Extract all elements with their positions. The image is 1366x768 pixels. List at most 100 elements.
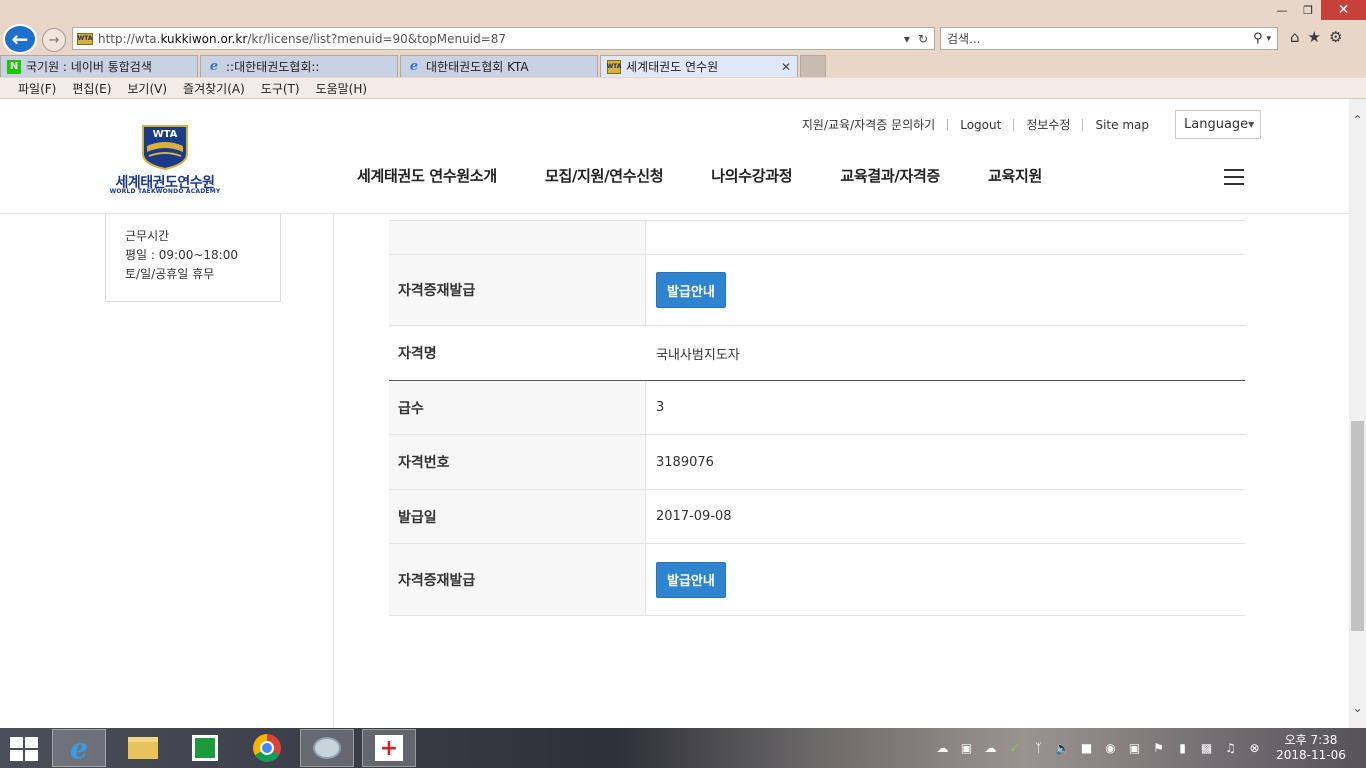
- logo-badge-text: WTA: [152, 129, 178, 140]
- flag-icon[interactable]: ⚑: [1150, 740, 1167, 756]
- logout-link[interactable]: Logout: [948, 118, 1013, 132]
- settings-gear-icon[interactable]: ⚙: [1329, 28, 1342, 46]
- ie-icon: e: [409, 59, 419, 74]
- table-row-number: 자격번호 3189076: [389, 435, 1245, 490]
- grade-label: 급수: [389, 381, 646, 434]
- utility-links: 지원/교육/자격증 문의하기 Logout 정보수정 Site map Lang…: [790, 110, 1261, 139]
- speaker-icon[interactable]: 🔈: [1054, 740, 1071, 756]
- clock-time: 오후 7:38: [1284, 733, 1338, 747]
- nav-support[interactable]: 교육지원: [988, 165, 1042, 186]
- restore-icon[interactable]: ❐: [1295, 0, 1321, 20]
- bluetooth-icon[interactable]: ᛉ: [1030, 740, 1047, 756]
- wta-favicon-icon: WTA: [77, 32, 93, 45]
- scrollbar-thumb[interactable]: [1351, 421, 1364, 631]
- tab-kta-2[interactable]: e 대한태권도협회 KTA: [400, 55, 598, 77]
- tab-naver[interactable]: N 국기원 : 네이버 통합검색: [0, 55, 198, 77]
- scroll-down-icon[interactable]: ⌄: [1349, 699, 1366, 716]
- taskbar-paint[interactable]: [300, 729, 354, 767]
- wta-icon: WTA: [607, 59, 621, 74]
- store-icon: [192, 735, 218, 761]
- tab-kta-1[interactable]: e ::대한태권도협회::: [200, 55, 398, 77]
- nav-recruit[interactable]: 모집/지원/연수신청: [545, 165, 664, 186]
- issue-guide-button[interactable]: 발급안내: [656, 561, 726, 598]
- table-row: [389, 221, 1245, 255]
- search-box[interactable]: 검색... ⚲ ▾: [940, 27, 1278, 50]
- license-number-label: 자격번호: [389, 435, 646, 489]
- clock-date: 2018-11-06: [1276, 748, 1346, 762]
- nav-results[interactable]: 교육결과/자격증: [840, 165, 940, 186]
- reissue-label: 자격증재발급: [389, 255, 646, 325]
- nav-about[interactable]: 세계태권도 연수원소개: [357, 165, 497, 186]
- chat-icon[interactable]: ▣: [958, 740, 975, 756]
- onedrive-icon[interactable]: ☁: [934, 740, 951, 756]
- taskbar-clock[interactable]: 오후 7:38 2018-11-06: [1276, 733, 1346, 763]
- taskbar-store[interactable]: [178, 729, 232, 767]
- tab-close-icon[interactable]: ✕: [773, 60, 791, 74]
- app-tray-icon[interactable]: ✓: [1006, 740, 1023, 756]
- hamburger-menu-icon[interactable]: [1224, 169, 1244, 185]
- back-arrow-icon[interactable]: ←: [3, 24, 37, 54]
- vertical-scrollbar[interactable]: ⌃ ⌄: [1349, 99, 1366, 728]
- language-label: Language: [1184, 117, 1249, 132]
- notification-close-icon[interactable]: ⊗: [1246, 740, 1263, 756]
- home-icon[interactable]: ⌂: [1290, 28, 1300, 46]
- ie-icon: e: [209, 59, 219, 74]
- menu-tools[interactable]: 도구(T): [261, 80, 300, 97]
- site-logo[interactable]: WTA 세계태권도연수원 WORLD TAEKWONDO ACADEMY: [104, 124, 226, 196]
- menu-help[interactable]: 도움말(H): [316, 80, 368, 97]
- paint-palette-icon: [313, 737, 341, 759]
- nav-my-courses[interactable]: 나의수강과정: [711, 165, 792, 186]
- taskbar-ie[interactable]: e: [52, 729, 106, 767]
- table-row-license-name: 자격명 국내사범지도자: [389, 326, 1245, 381]
- display-icon[interactable]: ▣: [1126, 740, 1143, 756]
- url-path: /kr/license/list?menuid=90&topMenuid=87: [247, 31, 507, 46]
- menu-favorites[interactable]: 즐겨찾기(A): [183, 80, 245, 97]
- taskbar: e + ☁ ▣ ☁ ✓ ᛉ 🔈 ■ ◉ ▣ ⚑ ▮ ▩ ♫ ⊗ 오후 7:38: [0, 728, 1366, 768]
- address-bar[interactable]: WTA http://wta.kukkiwon.or.kr/kr/license…: [72, 27, 935, 50]
- address-text[interactable]: http://wta.kukkiwon.or.kr/kr/license/lis…: [98, 32, 904, 46]
- license-table: 자격증재발급 발급안내 자격명 국내사범지도자 급수 3 자격번호 318907…: [389, 214, 1245, 616]
- new-tab-button[interactable]: [800, 55, 826, 77]
- network-icon[interactable]: ▩: [1198, 740, 1215, 756]
- caret-down-icon: ▼: [1248, 120, 1255, 129]
- battery-icon[interactable]: ▮: [1174, 740, 1191, 756]
- issue-guide-button[interactable]: 발급안내: [656, 272, 726, 308]
- search-dropdown-icon[interactable]: ▾: [1266, 34, 1271, 44]
- app-tray-icon-3[interactable]: ◉: [1102, 740, 1119, 756]
- dropdown-arrow-icon[interactable]: ▾: [904, 32, 910, 46]
- forward-arrow-icon[interactable]: →: [42, 28, 66, 52]
- hours-holiday: 토/일/공휴일 휴무: [125, 267, 215, 281]
- menu-view[interactable]: 보기(V): [127, 80, 167, 97]
- taskbar-explorer[interactable]: [116, 729, 170, 767]
- red-cross-icon: +: [375, 735, 403, 761]
- search-icon[interactable]: ⚲: [1253, 31, 1263, 46]
- license-number-value: 3189076: [656, 454, 714, 470]
- browser-chrome: — ❐ ✕ ← → WTA http://wta.kukkiwon.or.kr/…: [0, 0, 1366, 99]
- language-select[interactable]: Language ▼: [1175, 110, 1261, 139]
- edit-profile-link[interactable]: 정보수정: [1014, 116, 1082, 133]
- main-navigation: 세계태권도 연수원소개 모집/지원/연수신청 나의수강과정 교육결과/자격증 교…: [357, 165, 1090, 186]
- search-input[interactable]: 검색...: [947, 30, 1253, 47]
- favorites-star-icon[interactable]: ★: [1308, 28, 1321, 46]
- windows-start-icon[interactable]: [10, 737, 38, 761]
- cloud-icon[interactable]: ☁: [982, 740, 999, 756]
- scroll-up-icon[interactable]: ⌃: [1349, 111, 1366, 128]
- menu-file[interactable]: 파일(F): [18, 80, 56, 97]
- volume-icon[interactable]: ♫: [1222, 740, 1239, 756]
- window-controls: — ❐ ✕: [1269, 0, 1366, 20]
- taskbar-chrome[interactable]: [240, 729, 294, 767]
- license-name-label: 자격명: [389, 326, 646, 380]
- app-tray-icon-2[interactable]: ■: [1078, 740, 1095, 756]
- inquiry-link[interactable]: 지원/교육/자격증 문의하기: [790, 116, 947, 133]
- tab-wta-active[interactable]: WTA 세계태권도 연수원 ✕: [600, 55, 798, 77]
- menu-bar: 파일(F) 편집(E) 보기(V) 즐겨찾기(A) 도구(T) 도움말(H): [0, 78, 1366, 99]
- site-header: WTA 세계태권도연수원 WORLD TAEKWONDO ACADEMY 지원/…: [0, 99, 1349, 214]
- refresh-icon[interactable]: ↻: [918, 32, 928, 46]
- menu-edit[interactable]: 편집(E): [72, 80, 111, 97]
- minimize-icon[interactable]: —: [1269, 0, 1295, 20]
- taskbar-app-red-cross[interactable]: +: [362, 729, 416, 767]
- close-icon[interactable]: ✕: [1321, 0, 1366, 20]
- issue-date-label: 발급일: [389, 490, 646, 543]
- sitemap-link[interactable]: Site map: [1083, 118, 1161, 132]
- title-bar: — ❐ ✕: [0, 0, 1366, 22]
